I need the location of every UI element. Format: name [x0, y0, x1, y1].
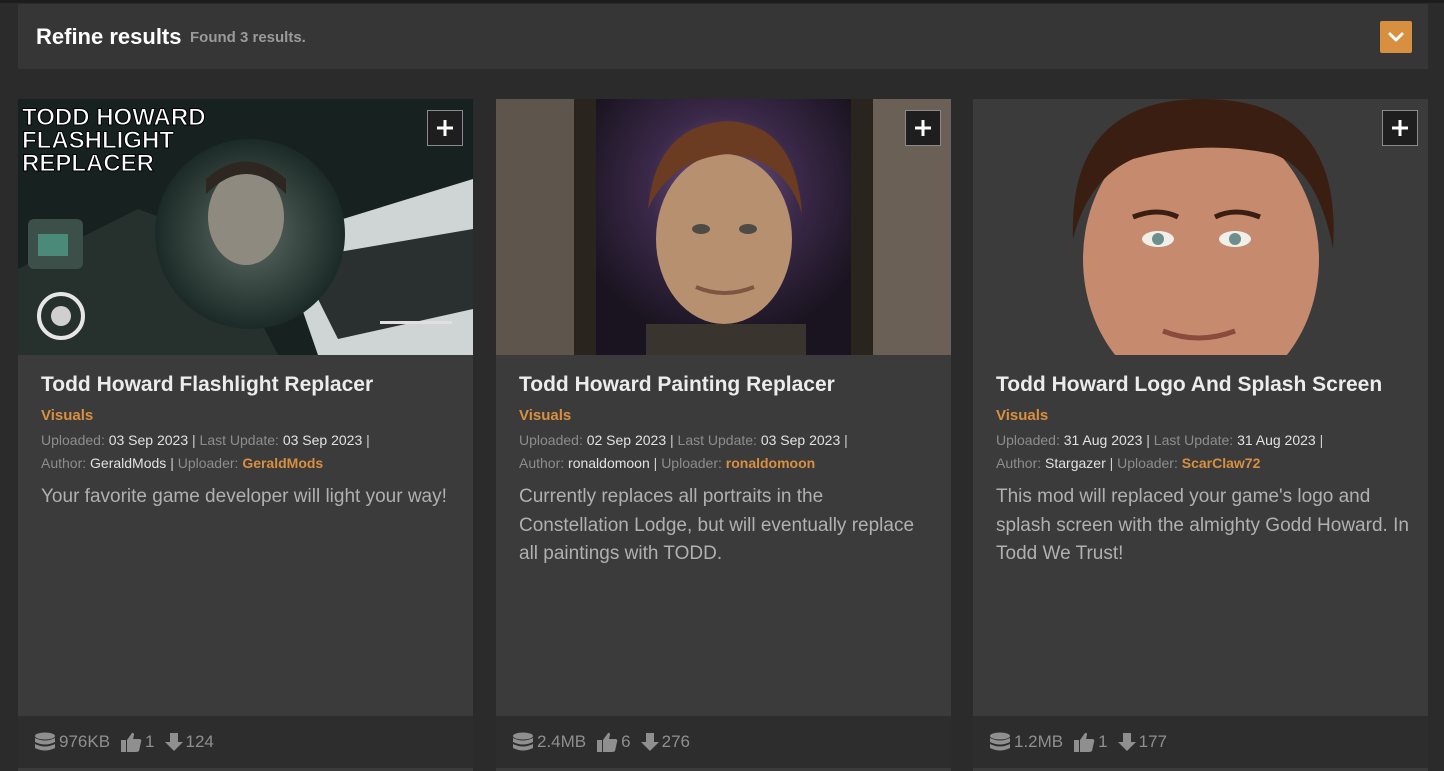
author-label: Author:	[519, 455, 565, 471]
mod-dates: Uploaded: 31 Aug 2023 | Last Update: 31 …	[996, 432, 1323, 448]
download-count: 124	[185, 732, 214, 751]
mod-dates: Uploaded: 03 Sep 2023 | Last Update: 03 …	[41, 432, 370, 448]
mod-thumbnail[interactable]	[496, 99, 951, 355]
download-icon	[164, 733, 183, 751]
mod-category[interactable]: Visuals	[41, 407, 93, 424]
refine-results-bar: Refine results Found 3 results.	[18, 4, 1428, 69]
thumbs-up-icon	[1074, 732, 1095, 752]
mod-dates: Uploaded: 02 Sep 2023 | Last Update: 03 …	[519, 432, 848, 448]
file-size: 2.4MB	[537, 732, 587, 751]
mod-credits: Author: Stargazer | Uploader: ScarClaw72	[996, 455, 1260, 471]
mod-title[interactable]: Todd Howard Flashlight Replacer	[41, 373, 373, 397]
last-update-label: Last Update:	[199, 432, 279, 448]
file-size-icon	[513, 732, 533, 751]
mod-thumbnail[interactable]	[973, 99, 1428, 355]
add-to-collection-button[interactable]	[427, 110, 463, 146]
uploader-link[interactable]: GeraldMods	[242, 455, 323, 471]
mod-credits: Author: GeraldMods | Uploader: GeraldMod…	[41, 455, 323, 471]
uploader-link[interactable]: ronaldomoon	[726, 455, 815, 471]
uploaded-label: Uploaded:	[519, 432, 583, 448]
mod-description: Currently replaces all portraits in the …	[519, 486, 915, 564]
mod-category[interactable]: Visuals	[519, 407, 571, 424]
separator: |	[192, 432, 200, 448]
mod-category[interactable]: Visuals	[996, 407, 1048, 424]
author-label: Author:	[41, 455, 87, 471]
last-update-label: Last Update:	[677, 432, 757, 448]
separator: |	[670, 432, 678, 448]
top-divider	[0, 0, 1444, 3]
uploaded-date: 03 Sep 2023	[108, 432, 189, 448]
uploaded-date: 31 Aug 2023	[1063, 432, 1143, 448]
mod-card: TODD HOWARD FLASHLIGHT REPLACER Todd How…	[18, 99, 473, 771]
uploaded-label: Uploaded:	[41, 432, 105, 448]
add-to-collection-button[interactable]	[1382, 110, 1418, 146]
separator: |	[1146, 432, 1154, 448]
plus-icon	[915, 120, 931, 136]
refine-results-title: Refine results	[36, 24, 182, 49]
uploader-label: Uploader:	[1117, 455, 1178, 471]
separator: |	[366, 432, 370, 448]
separator: |	[1319, 432, 1324, 448]
endorsement-count: 1	[1098, 732, 1108, 751]
mod-card: Todd Howard Logo And Splash Screen Visua…	[973, 99, 1428, 771]
add-to-collection-button[interactable]	[905, 110, 941, 146]
mod-stats-footer: 2.4MB 6 276	[496, 716, 951, 768]
last-update-date: 31 Aug 2023	[1237, 432, 1316, 448]
mod-title[interactable]: Todd Howard Painting Replacer	[519, 373, 835, 397]
separator: |	[844, 432, 848, 448]
separator: |	[170, 455, 178, 471]
endorsement-count: 6	[621, 732, 631, 751]
file-size: 976KB	[59, 732, 111, 751]
uploaded-label: Uploaded:	[996, 432, 1060, 448]
uploaded-date: 02 Sep 2023	[586, 432, 667, 448]
plus-icon	[437, 120, 453, 136]
thumbs-up-icon	[597, 732, 618, 752]
mod-credits: Author: ronaldomoon | Uploader: ronaldom…	[519, 455, 815, 471]
author-name: Stargazer	[1045, 455, 1106, 471]
file-size: 1.2MB	[1014, 732, 1064, 751]
mod-title[interactable]: Todd Howard Logo And Splash Screen	[996, 373, 1382, 397]
last-update-label: Last Update:	[1153, 432, 1234, 448]
results-count: Found 3 results.	[190, 29, 306, 46]
mod-description: This mod will replaced your game's logo …	[996, 486, 1409, 564]
painting-thumbnail-image	[496, 99, 951, 355]
uploader-link[interactable]: ScarClaw72	[1182, 455, 1261, 471]
thumb-text-3: REPLACER	[22, 150, 154, 177]
author-label: Author:	[996, 455, 1042, 471]
thumbs-up-icon	[121, 732, 142, 752]
mod-card: Todd Howard Painting Replacer Visuals Up…	[496, 99, 951, 771]
mod-description: Your favorite game developer will light …	[41, 486, 447, 507]
download-count: 276	[661, 732, 690, 751]
plus-icon	[1392, 120, 1408, 136]
mod-stats-footer: 976KB 1 124	[18, 716, 473, 768]
last-update-date: 03 Sep 2023	[760, 432, 841, 448]
author-name: GeraldMods	[90, 455, 167, 471]
uploader-label: Uploader:	[661, 455, 722, 471]
download-count: 177	[1138, 732, 1167, 751]
logo-splash-thumbnail-image	[973, 99, 1428, 355]
download-icon	[1117, 733, 1136, 751]
expand-filters-button[interactable]	[1380, 21, 1412, 53]
download-icon	[640, 733, 659, 751]
flashlight-thumbnail-image: TODD HOWARD FLASHLIGHT REPLACER	[18, 99, 473, 355]
author-name: ronaldomoon	[568, 455, 650, 471]
endorsement-count: 1	[145, 732, 155, 751]
uploader-label: Uploader:	[177, 455, 239, 471]
mod-stats-footer: 1.2MB 1 177	[973, 716, 1428, 768]
file-size-icon	[990, 732, 1010, 751]
chevron-down-icon	[1388, 32, 1404, 42]
last-update-date: 03 Sep 2023	[282, 432, 363, 448]
file-size-icon	[35, 732, 55, 751]
mod-thumbnail[interactable]: TODD HOWARD FLASHLIGHT REPLACER	[18, 99, 473, 355]
